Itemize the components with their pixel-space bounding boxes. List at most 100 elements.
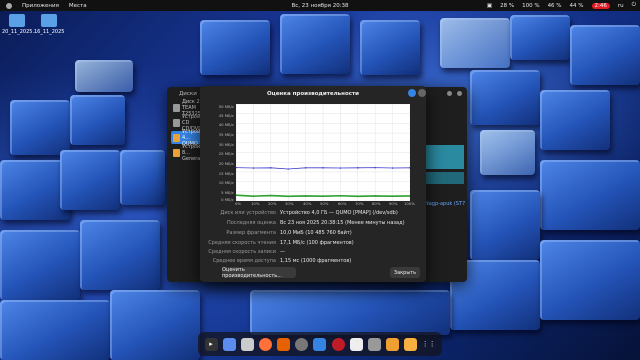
x-tick: 90% xyxy=(389,201,398,206)
text-editor-icon[interactable] xyxy=(240,337,254,351)
series-point-1 xyxy=(374,195,376,197)
extensions-icon[interactable] xyxy=(313,337,327,351)
x-tick: 50% xyxy=(320,201,329,206)
start-benchmark-button[interactable]: Оценить производительность... xyxy=(222,267,296,279)
refresh-icon[interactable] xyxy=(408,89,416,97)
info-row-write: Средняя скорость записи — xyxy=(200,249,426,255)
x-tick: 70% xyxy=(355,201,364,206)
y-tick: 15 MБ/с xyxy=(218,171,234,176)
y-tick: 50 MБ/с xyxy=(218,104,234,109)
close-button[interactable]: Закрыть xyxy=(390,267,420,278)
y-tick: 45 MБ/с xyxy=(218,113,234,118)
network-indicator[interactable]: 44 % xyxy=(570,3,584,9)
info-value: Устройство 4,0 ГБ — QUMO [PMAP] (/dev/sd… xyxy=(280,210,398,216)
screenshot-icon[interactable]: ▣ xyxy=(487,3,492,9)
menu-icon[interactable] xyxy=(447,91,452,96)
battery-indicator[interactable]: 28 % xyxy=(500,3,514,9)
applications-menu[interactable]: Приложения xyxy=(22,3,59,9)
folder-icon xyxy=(41,14,57,27)
x-tick: 100% xyxy=(404,201,415,206)
info-row-chunk: Размер фрагмента 10,0 MиБ (10 485 760 ба… xyxy=(200,230,426,236)
series-point-1 xyxy=(339,194,342,197)
series-point-0 xyxy=(339,167,342,169)
series-point-0 xyxy=(391,167,394,169)
partition-link[interactable]: Nagp-apuk (ST7 xyxy=(425,201,465,207)
info-row-device: Диск или устройство Устройство 4,0 ГБ — … xyxy=(200,210,426,216)
series-point-1 xyxy=(287,195,289,198)
clock[interactable]: Вс, 23 ноября 20:38 xyxy=(291,3,348,9)
info-value: Вс 23 ноя 2025 20:38:15 (Менее минуты на… xyxy=(280,220,405,226)
info-value: 17,1 MБ/с (100 фрагментов) xyxy=(280,240,354,246)
places-menu[interactable]: Места xyxy=(69,3,87,9)
disks-window-title: Диски xyxy=(179,91,197,97)
benchmark-chart xyxy=(236,104,410,201)
printer-icon[interactable] xyxy=(367,337,381,351)
series-point-0 xyxy=(322,167,324,169)
cherry-icon[interactable] xyxy=(331,337,345,351)
series-point-0 xyxy=(374,166,376,169)
partition-map[interactable] xyxy=(424,145,464,169)
software-icon[interactable] xyxy=(277,337,291,351)
series-point-0 xyxy=(252,167,255,169)
dock: ▸ ⋮⋮ xyxy=(198,332,442,356)
language-indicator[interactable]: ru xyxy=(618,3,624,9)
info-row-access: Среднее время доступа 1,15 мс (1000 фраг… xyxy=(200,258,426,264)
document-viewer-icon[interactable] xyxy=(349,337,363,351)
info-value: 1,15 мс (1000 фрагментов) xyxy=(280,258,352,264)
y-tick: 30 MБ/с xyxy=(218,142,234,147)
x-tick: 60% xyxy=(338,201,347,206)
y-tick: 25 MБ/с xyxy=(218,151,234,156)
info-key: Среднее время доступа xyxy=(212,258,276,264)
settings-icon[interactable] xyxy=(295,337,309,351)
partition-map-free[interactable] xyxy=(424,172,464,184)
y-tick: 40 MБ/с xyxy=(218,122,234,127)
series-point-1 xyxy=(304,195,307,197)
info-key: Диск или устройство xyxy=(220,210,276,216)
desktop-folder-label: 20_11_2025... xyxy=(2,29,38,35)
series-point-0 xyxy=(287,168,289,170)
y-tick: 0 MБ/с xyxy=(221,197,234,202)
info-key: Средняя скорость чтения xyxy=(208,240,276,246)
activities-icon[interactable] xyxy=(6,2,12,9)
info-row-read: Средняя скорость чтения 17,1 MБ/с (100 ф… xyxy=(200,240,426,246)
series-point-1 xyxy=(322,195,324,197)
series-point-1 xyxy=(270,194,272,197)
series-point-0 xyxy=(304,167,307,169)
dialog-title: Оценка производительности xyxy=(266,91,360,97)
volume-indicator[interactable]: 100 % xyxy=(522,3,539,9)
series-point-0 xyxy=(270,167,272,169)
x-tick: 20% xyxy=(268,201,277,206)
folder-icon xyxy=(9,14,25,27)
usb-drive-icon xyxy=(173,133,180,142)
info-row-last: Последняя оценка Вс 23 ноя 2025 20:38:15… xyxy=(200,220,426,226)
x-tick: 10% xyxy=(251,201,260,206)
info-value: 10,0 MиБ (10 485 760 байт) xyxy=(280,230,352,236)
series-point-1 xyxy=(391,195,394,197)
y-tick: 5 MБ/с xyxy=(221,190,234,195)
app-grid-icon[interactable]: ⋮⋮ xyxy=(422,338,436,351)
series-point-1 xyxy=(357,195,359,198)
wifi-indicator[interactable]: 46 % xyxy=(548,3,562,9)
files-icon[interactable] xyxy=(222,337,236,351)
y-tick: 20 MБ/с xyxy=(218,161,234,166)
folder-icon[interactable] xyxy=(404,337,418,351)
x-tick: 30% xyxy=(285,201,294,206)
series-point-1 xyxy=(252,195,255,197)
time-badge[interactable]: 2:46 xyxy=(591,2,610,9)
y-tick: 10 MБ/с xyxy=(218,180,234,185)
desktop-folder-1[interactable]: 20_11_2025... xyxy=(2,14,37,35)
terminal-icon[interactable]: ▸ xyxy=(204,337,218,351)
close-icon[interactable] xyxy=(418,89,426,97)
disks-icon[interactable] xyxy=(385,337,399,351)
desktop-folder-label: 16_11_2025 xyxy=(34,29,65,35)
info-key: Средняя скорость записи xyxy=(208,249,276,255)
firefox-icon[interactable] xyxy=(258,337,272,351)
close-icon[interactable] xyxy=(457,91,462,96)
desktop-folder-2[interactable]: 16_11_2025 xyxy=(34,14,64,35)
info-value: — xyxy=(280,249,285,255)
x-tick: 40% xyxy=(303,201,312,206)
info-key: Последняя оценка xyxy=(226,220,276,226)
usb-drive-icon xyxy=(173,148,180,157)
y-tick: 35 MБ/с xyxy=(218,132,234,137)
power-icon[interactable]: ⏻ xyxy=(632,2,636,9)
